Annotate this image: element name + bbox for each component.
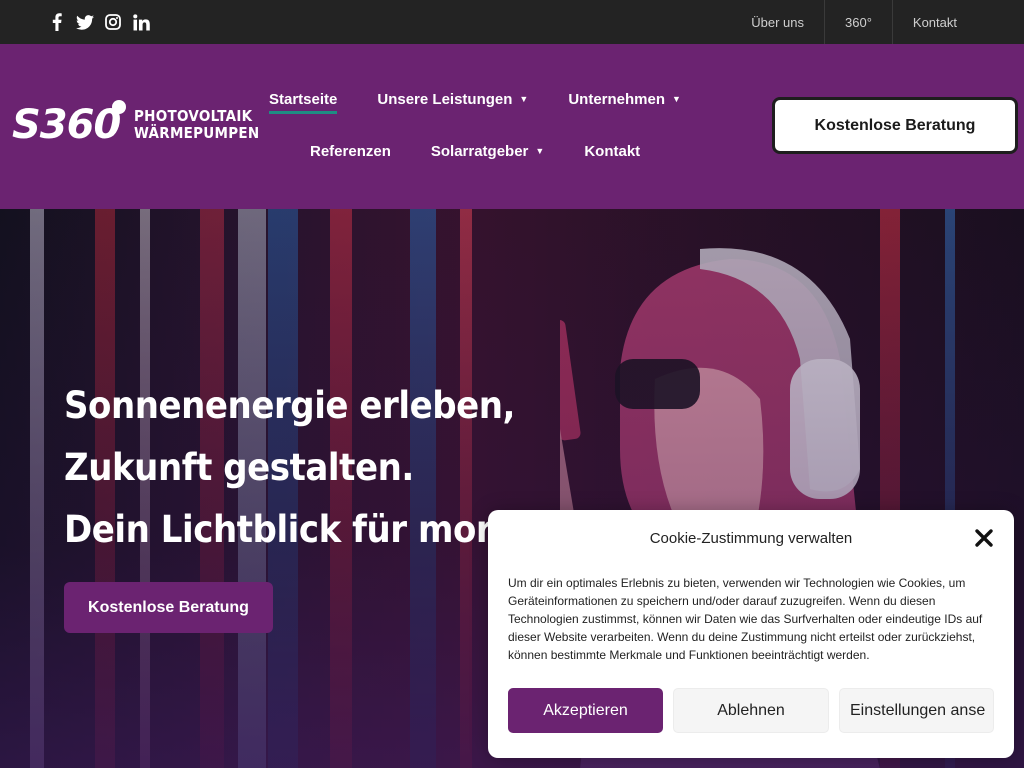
- main-header: S360 PHOTOVOLTAIK WÄRMEPUMPEN Startseite…: [0, 44, 1024, 209]
- cookie-dialog-text: Um dir ein optimales Erlebnis zu bieten,…: [508, 576, 983, 662]
- top-link-kontakt[interactable]: Kontakt: [891, 0, 1024, 44]
- caret-down-icon: ▼: [535, 146, 545, 156]
- top-link-ueber-uns[interactable]: Über uns: [731, 0, 824, 44]
- nav-label: Unternehmen: [568, 91, 666, 108]
- deny-cookies-button[interactable]: Ablehnen: [673, 688, 829, 733]
- nav-label: Referenzen: [310, 143, 391, 160]
- caret-down-icon: ▼: [672, 94, 681, 104]
- main-nav-row-1: Startseite Unsere Leistungen ▼ Unternehme…: [269, 91, 681, 114]
- nav-label: Unsere Leistungen: [377, 91, 513, 108]
- cookie-consent-dialog: Cookie-Zustimmung verwalten Um dir ein o…: [488, 510, 1014, 758]
- nav-label: Startseite: [269, 91, 338, 108]
- hero-heading: Sonnenenergie erleben, Zukunft gestalten…: [64, 375, 515, 561]
- hero-heading-line: Zukunft gestalten.: [64, 446, 414, 489]
- logo-line-photovoltaik: PHOTOVOLTAIK: [134, 107, 253, 125]
- logo-subtitle: PHOTOVOLTAIK WÄRMEPUMPEN: [134, 108, 259, 142]
- logo-mark: S360: [12, 100, 127, 148]
- logo-line-waermepumpen: WÄRMEPUMPEN: [134, 124, 260, 142]
- close-icon[interactable]: [974, 528, 994, 548]
- twitter-icon[interactable]: [76, 11, 94, 33]
- nav-item-unsere-leistungen[interactable]: Unsere Leistungen ▼: [377, 91, 528, 114]
- nav-item-kontakt[interactable]: Kontakt: [584, 143, 640, 166]
- linkedin-icon[interactable]: [132, 11, 150, 33]
- hero-heading-line: Dein Lichtblick für mor: [64, 508, 493, 551]
- cookie-settings-button[interactable]: Einstellungen anse: [839, 688, 994, 733]
- top-bar: Über uns 360° Kontakt: [0, 0, 1024, 44]
- caret-down-icon: ▼: [519, 94, 529, 104]
- facebook-icon[interactable]: [48, 11, 66, 33]
- main-nav-row-2: Referenzen Solarratgeber ▼ Kontakt: [310, 143, 640, 166]
- hero-cta-button[interactable]: Kostenlose Beratung: [64, 582, 273, 633]
- nav-item-unternehmen[interactable]: Unternehmen ▼: [568, 91, 681, 114]
- social-links: [48, 11, 150, 33]
- nav-item-solarratgeber[interactable]: Solarratgeber ▼: [431, 143, 544, 166]
- nav-label: Solarratgeber: [430, 143, 529, 160]
- cookie-dialog-title: Cookie-Zustimmung verwalten: [649, 530, 853, 547]
- nav-item-startseite[interactable]: Startseite: [269, 91, 338, 114]
- logo-mark-text: S360: [12, 102, 121, 148]
- logo-dot: [112, 100, 127, 114]
- hero-heading-line: Sonnenenergie erleben,: [64, 384, 515, 427]
- nav-item-referenzen[interactable]: Referenzen: [310, 143, 391, 166]
- header-cta-button[interactable]: Kostenlose Beratung: [772, 97, 1018, 154]
- top-link-360[interactable]: 360°: [824, 0, 892, 44]
- instagram-icon[interactable]: [104, 11, 122, 33]
- accept-cookies-button[interactable]: Akzeptieren: [508, 688, 663, 733]
- logo[interactable]: S360 PHOTOVOLTAIK WÄRMEPUMPEN: [12, 100, 274, 148]
- top-links: Über uns 360° Kontakt: [731, 0, 1024, 44]
- nav-label: Kontakt: [584, 143, 641, 160]
